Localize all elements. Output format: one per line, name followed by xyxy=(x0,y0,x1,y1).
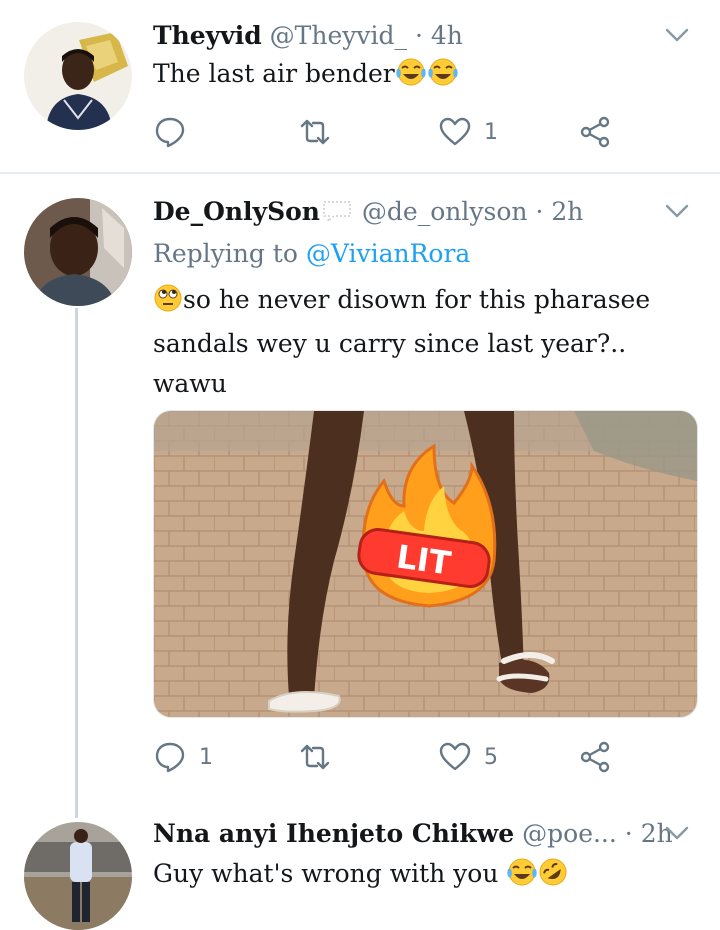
like-button[interactable]: 5 xyxy=(438,737,498,777)
tweet-text-content: The last air bender xyxy=(153,59,395,88)
heart-icon xyxy=(439,117,471,146)
tweet-header: De_OnlySon @de_onlyson · 2h xyxy=(153,196,583,232)
share-button[interactable] xyxy=(578,112,624,152)
tweet-text: Guy what's wrong with you xyxy=(153,854,568,898)
replying-to-mention[interactable]: @VivianRora xyxy=(306,239,470,268)
heart-icon xyxy=(439,742,471,771)
media-sticker-text: LIT xyxy=(394,537,453,582)
chevron-down-icon[interactable] xyxy=(664,22,690,48)
face-with-tears-of-joy-icon xyxy=(427,58,459,98)
reply-button[interactable]: 1 xyxy=(153,737,213,777)
tweet-theyvid[interactable]: Theyvid @Theyvid_ · 4h The last air bend… xyxy=(0,0,720,172)
tweet-actions: 1 xyxy=(153,112,623,152)
tweet-text-content: Guy what's wrong with you xyxy=(153,859,499,888)
reply-button[interactable] xyxy=(153,112,199,152)
chevron-down-icon[interactable] xyxy=(664,198,690,224)
avatar[interactable] xyxy=(24,822,132,930)
rolling-on-the-floor-laughing-icon xyxy=(538,858,568,898)
speech-balloon-icon xyxy=(320,198,354,232)
tweet-text: so he never disown for this pharasee san… xyxy=(153,280,650,404)
tweet-header: Theyvid @Theyvid_ · 4h xyxy=(153,20,463,52)
face-with-tears-of-joy-icon xyxy=(506,858,538,898)
author-handle[interactable]: @poe... xyxy=(522,819,617,848)
replying-to: Replying to @VivianRora xyxy=(153,238,470,270)
separator-dot: · xyxy=(535,197,544,226)
timestamp[interactable]: 2h xyxy=(551,197,583,226)
chevron-down-icon[interactable] xyxy=(664,820,690,846)
replying-to-label: Replying to xyxy=(153,239,298,268)
like-button[interactable]: 1 xyxy=(438,112,498,152)
face-with-rolling-eyes-icon xyxy=(153,284,183,324)
retweet-icon xyxy=(300,744,330,770)
reply-icon xyxy=(155,117,185,148)
tweet-text-line-2: sandals wey u carry since last year?.. xyxy=(153,329,627,358)
share-icon xyxy=(580,741,610,773)
avatar[interactable] xyxy=(24,22,132,130)
share-button[interactable] xyxy=(578,737,624,777)
retweet-icon xyxy=(300,119,330,145)
tweet-text-line-3: wawu xyxy=(153,369,227,398)
retweet-button[interactable] xyxy=(298,112,344,152)
tweet-actions: 1 5 xyxy=(153,737,623,777)
tweet-de-onlyson[interactable]: De_OnlySon @de_onlyson · 2h Replying to … xyxy=(0,174,720,814)
tweet-header: Nna anyi Ihenjeto Chikwe @poe... · 2h xyxy=(153,818,673,850)
author-name[interactable]: De_OnlySon xyxy=(153,197,320,226)
author-name[interactable]: Theyvid xyxy=(153,21,262,50)
timestamp[interactable]: 4h xyxy=(431,21,463,50)
tweet-nna-anyi[interactable]: Nna anyi Ihenjeto Chikwe @poe... · 2h Gu… xyxy=(0,814,720,930)
tweet-text-1: so he never disown for this pharasee xyxy=(183,285,651,314)
reply-count: 1 xyxy=(199,744,213,770)
like-count: 1 xyxy=(484,119,498,145)
reply-icon xyxy=(155,742,185,773)
author-handle[interactable]: @de_onlyson xyxy=(362,197,528,226)
tweet-media-photo[interactable]: LIT xyxy=(153,410,698,718)
author-handle[interactable]: @Theyvid_ xyxy=(270,21,407,50)
avatar[interactable] xyxy=(24,198,132,306)
tweet-text: The last air bender xyxy=(153,54,459,98)
author-name[interactable]: Nna anyi Ihenjeto Chikwe xyxy=(153,819,514,848)
separator-dot: · xyxy=(624,819,633,848)
share-icon xyxy=(580,116,610,148)
face-with-tears-of-joy-icon xyxy=(395,58,427,98)
tweet-text-line-1: so he never disown for this pharasee xyxy=(153,280,650,324)
like-count: 5 xyxy=(484,744,498,770)
retweet-button[interactable] xyxy=(298,737,344,777)
separator-dot: · xyxy=(414,21,423,50)
